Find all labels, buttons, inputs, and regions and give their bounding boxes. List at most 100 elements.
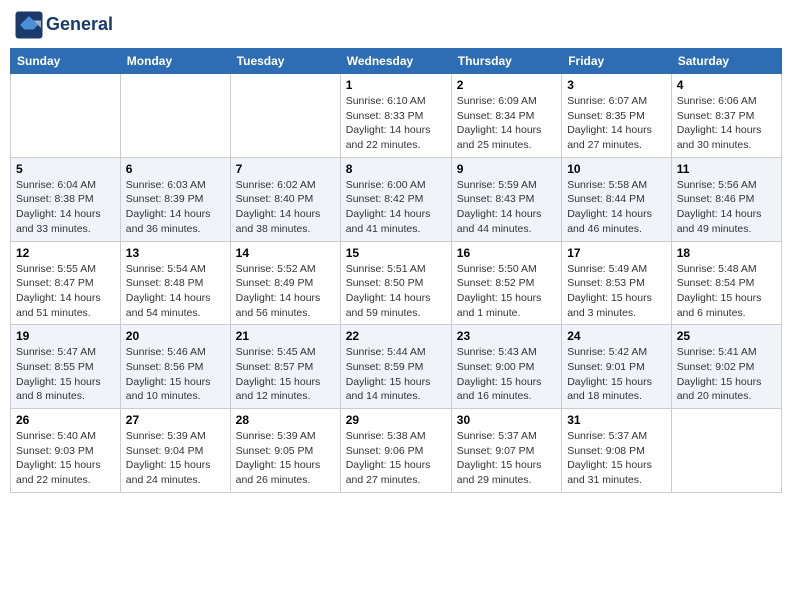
day-number: 7 xyxy=(236,162,335,176)
calendar-cell: 13 Sunrise: 5:54 AM Sunset: 8:48 PM Dayl… xyxy=(120,241,230,325)
calendar-table: SundayMondayTuesdayWednesdayThursdayFrid… xyxy=(10,48,782,493)
page-header: General xyxy=(10,10,782,40)
day-of-week-header: Friday xyxy=(562,49,672,74)
day-info: Sunrise: 5:39 AM Sunset: 9:04 PM Dayligh… xyxy=(126,429,225,488)
calendar-cell: 27 Sunrise: 5:39 AM Sunset: 9:04 PM Dayl… xyxy=(120,409,230,493)
day-number: 15 xyxy=(346,246,446,260)
day-info: Sunrise: 5:49 AM Sunset: 8:53 PM Dayligh… xyxy=(567,262,666,321)
day-info: Sunrise: 5:37 AM Sunset: 9:08 PM Dayligh… xyxy=(567,429,666,488)
day-info: Sunrise: 6:07 AM Sunset: 8:35 PM Dayligh… xyxy=(567,94,666,153)
day-of-week-header: Saturday xyxy=(671,49,781,74)
day-info: Sunrise: 5:40 AM Sunset: 9:03 PM Dayligh… xyxy=(16,429,115,488)
calendar-cell: 3 Sunrise: 6:07 AM Sunset: 8:35 PM Dayli… xyxy=(562,74,672,158)
calendar-cell: 16 Sunrise: 5:50 AM Sunset: 8:52 PM Dayl… xyxy=(451,241,561,325)
day-info: Sunrise: 6:10 AM Sunset: 8:33 PM Dayligh… xyxy=(346,94,446,153)
day-number: 23 xyxy=(457,329,556,343)
calendar-cell: 26 Sunrise: 5:40 AM Sunset: 9:03 PM Dayl… xyxy=(11,409,121,493)
day-of-week-header: Tuesday xyxy=(230,49,340,74)
day-of-week-header: Sunday xyxy=(11,49,121,74)
day-number: 30 xyxy=(457,413,556,427)
day-number: 2 xyxy=(457,78,556,92)
day-info: Sunrise: 5:37 AM Sunset: 9:07 PM Dayligh… xyxy=(457,429,556,488)
logo: General xyxy=(14,10,113,40)
calendar-cell: 21 Sunrise: 5:45 AM Sunset: 8:57 PM Dayl… xyxy=(230,325,340,409)
calendar-cell: 9 Sunrise: 5:59 AM Sunset: 8:43 PM Dayli… xyxy=(451,157,561,241)
day-info: Sunrise: 5:56 AM Sunset: 8:46 PM Dayligh… xyxy=(677,178,776,237)
day-info: Sunrise: 5:46 AM Sunset: 8:56 PM Dayligh… xyxy=(126,345,225,404)
day-number: 11 xyxy=(677,162,776,176)
calendar-cell: 30 Sunrise: 5:37 AM Sunset: 9:07 PM Dayl… xyxy=(451,409,561,493)
day-of-week-header: Thursday xyxy=(451,49,561,74)
day-number: 21 xyxy=(236,329,335,343)
day-number: 27 xyxy=(126,413,225,427)
day-number: 14 xyxy=(236,246,335,260)
day-info: Sunrise: 5:59 AM Sunset: 8:43 PM Dayligh… xyxy=(457,178,556,237)
day-info: Sunrise: 5:52 AM Sunset: 8:49 PM Dayligh… xyxy=(236,262,335,321)
day-number: 31 xyxy=(567,413,666,427)
day-number: 18 xyxy=(677,246,776,260)
day-number: 6 xyxy=(126,162,225,176)
day-number: 9 xyxy=(457,162,556,176)
calendar-cell: 20 Sunrise: 5:46 AM Sunset: 8:56 PM Dayl… xyxy=(120,325,230,409)
day-info: Sunrise: 5:41 AM Sunset: 9:02 PM Dayligh… xyxy=(677,345,776,404)
day-info: Sunrise: 6:02 AM Sunset: 8:40 PM Dayligh… xyxy=(236,178,335,237)
calendar-cell: 7 Sunrise: 6:02 AM Sunset: 8:40 PM Dayli… xyxy=(230,157,340,241)
day-info: Sunrise: 5:55 AM Sunset: 8:47 PM Dayligh… xyxy=(16,262,115,321)
calendar-cell: 4 Sunrise: 6:06 AM Sunset: 8:37 PM Dayli… xyxy=(671,74,781,158)
day-number: 22 xyxy=(346,329,446,343)
day-info: Sunrise: 5:58 AM Sunset: 8:44 PM Dayligh… xyxy=(567,178,666,237)
day-number: 13 xyxy=(126,246,225,260)
day-info: Sunrise: 5:50 AM Sunset: 8:52 PM Dayligh… xyxy=(457,262,556,321)
calendar-cell xyxy=(120,74,230,158)
day-number: 5 xyxy=(16,162,115,176)
calendar-cell: 5 Sunrise: 6:04 AM Sunset: 8:38 PM Dayli… xyxy=(11,157,121,241)
day-info: Sunrise: 5:47 AM Sunset: 8:55 PM Dayligh… xyxy=(16,345,115,404)
calendar-cell: 6 Sunrise: 6:03 AM Sunset: 8:39 PM Dayli… xyxy=(120,157,230,241)
calendar-cell: 18 Sunrise: 5:48 AM Sunset: 8:54 PM Dayl… xyxy=(671,241,781,325)
day-number: 16 xyxy=(457,246,556,260)
day-info: Sunrise: 6:09 AM Sunset: 8:34 PM Dayligh… xyxy=(457,94,556,153)
day-info: Sunrise: 5:54 AM Sunset: 8:48 PM Dayligh… xyxy=(126,262,225,321)
day-number: 26 xyxy=(16,413,115,427)
day-info: Sunrise: 5:44 AM Sunset: 8:59 PM Dayligh… xyxy=(346,345,446,404)
day-number: 29 xyxy=(346,413,446,427)
calendar-cell: 10 Sunrise: 5:58 AM Sunset: 8:44 PM Dayl… xyxy=(562,157,672,241)
calendar-cell: 24 Sunrise: 5:42 AM Sunset: 9:01 PM Dayl… xyxy=(562,325,672,409)
calendar-cell: 22 Sunrise: 5:44 AM Sunset: 8:59 PM Dayl… xyxy=(340,325,451,409)
calendar-cell: 29 Sunrise: 5:38 AM Sunset: 9:06 PM Dayl… xyxy=(340,409,451,493)
day-info: Sunrise: 6:03 AM Sunset: 8:39 PM Dayligh… xyxy=(126,178,225,237)
day-info: Sunrise: 5:51 AM Sunset: 8:50 PM Dayligh… xyxy=(346,262,446,321)
calendar-cell xyxy=(671,409,781,493)
calendar-cell: 2 Sunrise: 6:09 AM Sunset: 8:34 PM Dayli… xyxy=(451,74,561,158)
calendar-cell: 14 Sunrise: 5:52 AM Sunset: 8:49 PM Dayl… xyxy=(230,241,340,325)
day-info: Sunrise: 5:45 AM Sunset: 8:57 PM Dayligh… xyxy=(236,345,335,404)
day-number: 24 xyxy=(567,329,666,343)
day-number: 12 xyxy=(16,246,115,260)
day-number: 3 xyxy=(567,78,666,92)
calendar-cell: 11 Sunrise: 5:56 AM Sunset: 8:46 PM Dayl… xyxy=(671,157,781,241)
day-number: 19 xyxy=(16,329,115,343)
day-number: 20 xyxy=(126,329,225,343)
calendar-cell xyxy=(11,74,121,158)
day-info: Sunrise: 5:48 AM Sunset: 8:54 PM Dayligh… xyxy=(677,262,776,321)
day-number: 1 xyxy=(346,78,446,92)
day-info: Sunrise: 6:00 AM Sunset: 8:42 PM Dayligh… xyxy=(346,178,446,237)
day-number: 4 xyxy=(677,78,776,92)
day-info: Sunrise: 5:39 AM Sunset: 9:05 PM Dayligh… xyxy=(236,429,335,488)
calendar-cell: 31 Sunrise: 5:37 AM Sunset: 9:08 PM Dayl… xyxy=(562,409,672,493)
day-of-week-header: Monday xyxy=(120,49,230,74)
calendar-cell: 17 Sunrise: 5:49 AM Sunset: 8:53 PM Dayl… xyxy=(562,241,672,325)
calendar-cell: 8 Sunrise: 6:00 AM Sunset: 8:42 PM Dayli… xyxy=(340,157,451,241)
calendar-cell xyxy=(230,74,340,158)
calendar-cell: 23 Sunrise: 5:43 AM Sunset: 9:00 PM Dayl… xyxy=(451,325,561,409)
calendar-cell: 15 Sunrise: 5:51 AM Sunset: 8:50 PM Dayl… xyxy=(340,241,451,325)
calendar-cell: 19 Sunrise: 5:47 AM Sunset: 8:55 PM Dayl… xyxy=(11,325,121,409)
day-info: Sunrise: 5:38 AM Sunset: 9:06 PM Dayligh… xyxy=(346,429,446,488)
day-number: 28 xyxy=(236,413,335,427)
day-of-week-header: Wednesday xyxy=(340,49,451,74)
day-number: 10 xyxy=(567,162,666,176)
calendar-cell: 28 Sunrise: 5:39 AM Sunset: 9:05 PM Dayl… xyxy=(230,409,340,493)
day-info: Sunrise: 6:06 AM Sunset: 8:37 PM Dayligh… xyxy=(677,94,776,153)
day-number: 8 xyxy=(346,162,446,176)
day-number: 17 xyxy=(567,246,666,260)
